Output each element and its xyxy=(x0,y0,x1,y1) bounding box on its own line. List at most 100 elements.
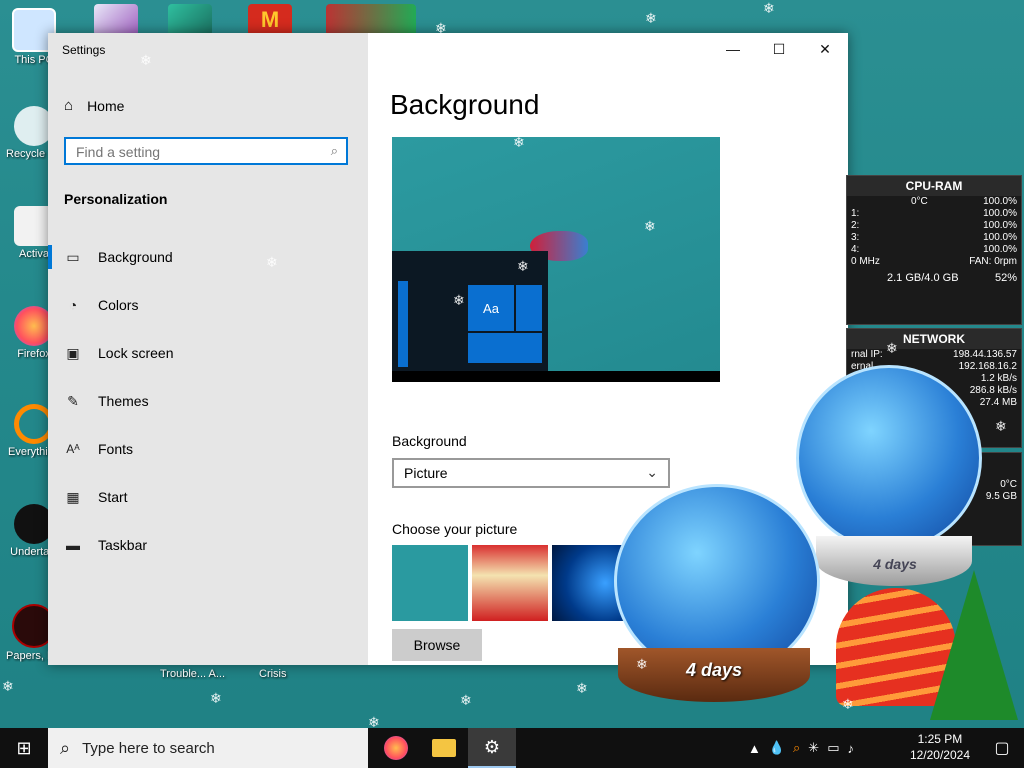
cpu-core-row: 2: 100.0% xyxy=(847,220,1021,232)
choose-picture-label: Choose your picture xyxy=(392,521,518,537)
nav-item-background[interactable]: ▭ Background xyxy=(48,233,368,281)
nav-item-label: Themes xyxy=(98,393,149,409)
network-icon[interactable]: ▭ xyxy=(827,740,839,756)
cpu-total: 100.0% xyxy=(983,196,1017,207)
search-input[interactable] xyxy=(66,139,318,165)
snowflake-icon: ❄ xyxy=(460,692,472,708)
search-app-icon[interactable]: ⌕ xyxy=(793,740,800,756)
ram-row: 2.1 GB/4.0 GB 52% xyxy=(847,272,1021,284)
nav-home-label: Home xyxy=(87,97,125,114)
mcdonalds-icon[interactable]: M xyxy=(248,4,292,36)
background-label: Background xyxy=(392,433,467,449)
nav-item-lock-screen[interactable]: ▣ Lock screen xyxy=(48,329,368,377)
nav-item-taskbar[interactable]: ▬ Taskbar xyxy=(48,521,368,569)
nav-item-label: Start xyxy=(98,489,128,505)
start-button[interactable]: ⊞ xyxy=(0,728,48,768)
snowflake-icon: ❄ xyxy=(645,10,657,26)
top-app-icon-2[interactable] xyxy=(168,4,212,36)
nav-item-fonts[interactable]: Aᴬ Fonts xyxy=(48,425,368,473)
tray-app-icon[interactable]: ▲ xyxy=(748,741,761,756)
water-drop-icon[interactable]: 💧 xyxy=(769,740,785,756)
cpu-ram-title: CPU-RAM xyxy=(847,176,1021,196)
drive-size: 9.5 GB xyxy=(985,491,1017,502)
volume-icon[interactable]: ♪ xyxy=(848,741,855,756)
start-tiles-icon: ▦ xyxy=(66,488,80,505)
snowflake-icon: ❄ xyxy=(763,0,775,16)
nav-item-label: Background xyxy=(98,249,173,265)
preview-tile-aa: Aa xyxy=(468,285,514,331)
cpu-temp: 0°C xyxy=(911,196,928,207)
snowflake-icon: ❄ xyxy=(2,678,14,694)
top-app-icon-1[interactable] xyxy=(94,4,138,36)
core-id: 2: xyxy=(851,220,860,231)
cpu-total-row: 0°C 100.0% xyxy=(847,196,1021,208)
nav-item-label: Taskbar xyxy=(98,537,148,553)
folder-icon xyxy=(432,739,456,757)
nav-item-start[interactable]: ▦ Start xyxy=(48,473,368,521)
settings-sidebar: Settings ⌂ Home ⌕ Personalization ▭ Back… xyxy=(48,33,368,665)
system-tray: ▲ 💧 ⌕ ✳ ▭ ♪ xyxy=(748,728,854,768)
network-value: 1.2 kB/s xyxy=(980,373,1017,384)
nav-item-colors[interactable]: ◔ Colors xyxy=(48,281,368,329)
home-icon: ⌂ xyxy=(64,97,74,114)
taskbar-file-explorer[interactable] xyxy=(420,728,468,768)
background-preview: Aa xyxy=(392,137,720,382)
preview-start-menu: Aa xyxy=(392,251,548,371)
preview-tile xyxy=(468,333,542,363)
snowflake-icon: ❄ xyxy=(210,690,222,706)
search-icon: ⌕ xyxy=(330,143,338,158)
nav-item-themes[interactable]: ✎ Themes xyxy=(48,377,368,425)
core-value: 100.0% xyxy=(983,232,1017,243)
search-icon: ⌕ xyxy=(60,737,71,758)
nav-item-label: Lock screen xyxy=(98,345,174,361)
cpu-core-row: 1: 100.0% xyxy=(847,208,1021,220)
browse-button[interactable]: Browse xyxy=(392,629,482,661)
core-value: 100.0% xyxy=(983,220,1017,231)
top-app-icon-4[interactable] xyxy=(326,4,416,36)
core-id: 4: xyxy=(851,244,860,255)
page-title: Background xyxy=(390,89,540,120)
font-icon: Aᴬ xyxy=(66,442,80,456)
cpu-freq-row: 0 MHz FAN: 0rpm xyxy=(847,256,1021,268)
picture-thumb-santa[interactable] xyxy=(472,545,548,621)
background-dropdown[interactable]: Picture ⌄ xyxy=(392,458,670,488)
palette-icon: ◔ xyxy=(68,297,78,313)
taskbar: ⊞ ⌕ Type here to search ⚙ ▲ 💧 ⌕ ✳ ▭ ♪ 1:… xyxy=(0,728,1024,768)
core-id: 1: xyxy=(851,208,860,219)
core-id: 3: xyxy=(851,232,860,243)
windows-logo-icon: ⊞ xyxy=(16,737,32,758)
cpu-freq: 0 MHz xyxy=(851,256,880,267)
lock-screen-icon: ▣ xyxy=(66,344,80,361)
network-value: 192.168.16.2 xyxy=(958,361,1017,372)
cpu-ram-gadget: CPU-RAM 0°C 100.0% 1: 100.0% 2: 100.0% 3: 1… xyxy=(846,175,1022,325)
taskbar-search-placeholder: Type here to search xyxy=(82,739,215,757)
core-value: 100.0% xyxy=(983,244,1017,255)
notification-center-icon[interactable]: ▢ xyxy=(980,728,1024,768)
network-value: 286.8 kB/s xyxy=(969,385,1017,396)
preview-sidebar-tiles xyxy=(398,281,408,367)
preview-tile xyxy=(516,285,542,331)
picture-thumb-fish[interactable] xyxy=(392,545,468,621)
taskbar-icon: ▬ xyxy=(66,537,80,553)
desktop-label-trouble[interactable]: Trouble... A... xyxy=(160,668,225,680)
section-title: Personalization xyxy=(64,191,168,207)
taskbar-settings[interactable]: ⚙ xyxy=(468,728,516,768)
network-value: 27.4 MB xyxy=(979,397,1017,408)
network-row: rnal IP: 198.44.136.57 xyxy=(847,349,1021,361)
taskbar-search[interactable]: ⌕ Type here to search xyxy=(48,728,368,768)
brush-icon: ✎ xyxy=(67,392,79,409)
taskbar-firefox[interactable] xyxy=(372,728,420,768)
nav-item-label: Fonts xyxy=(98,441,134,457)
clock[interactable]: 1:25 PM 12/20/2024 xyxy=(910,731,970,763)
background-dropdown-value: Picture xyxy=(404,465,448,481)
nav-home[interactable]: ⌂ Home xyxy=(64,97,124,114)
desktop-label-crisis[interactable]: Crisis xyxy=(259,668,287,680)
settings-search[interactable]: ⌕ xyxy=(64,137,348,165)
cpu-fan: FAN: 0rpm xyxy=(969,256,1017,267)
window-title: Settings xyxy=(62,43,106,57)
snow-globe-right[interactable] xyxy=(796,365,982,551)
snowflake-tray-icon[interactable]: ✳ xyxy=(808,740,819,756)
clock-time: 1:25 PM xyxy=(917,732,963,746)
firefox-icon xyxy=(384,736,408,760)
nav-item-label: Colors xyxy=(98,297,139,313)
